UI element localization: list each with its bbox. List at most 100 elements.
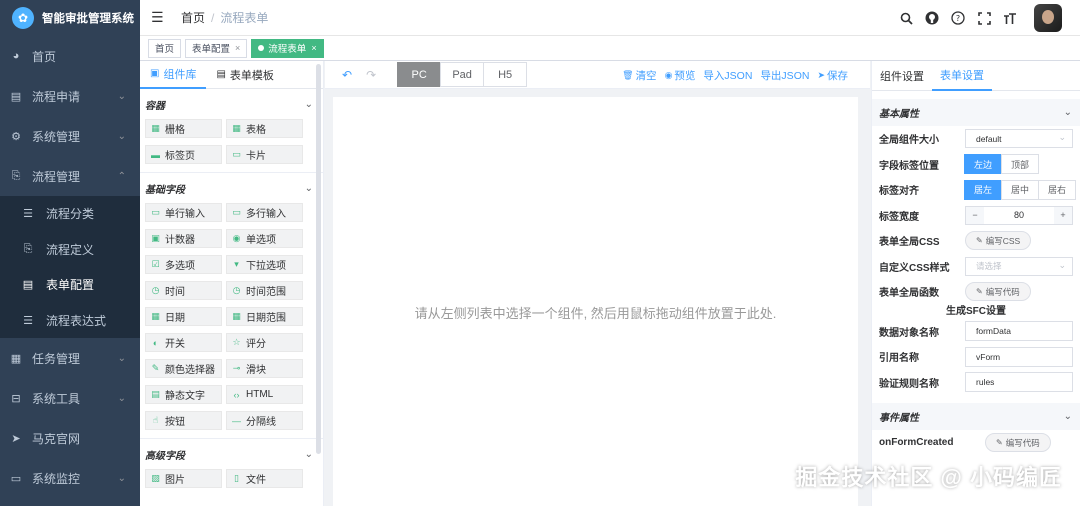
github-icon[interactable] (924, 10, 940, 26)
widget-number[interactable]: ▣ 计数器 (145, 229, 222, 248)
edit-css-button[interactable]: ✎ 编写CSS (965, 231, 1032, 251)
label-pos-top[interactable]: 顶部 (1001, 154, 1040, 175)
redo-icon[interactable]: ↷ (366, 68, 376, 82)
widget-image[interactable]: ▨ 图片 (145, 469, 222, 488)
sidebar-item-process-admin[interactable]: ⎘ 流程管理 ⌃ (0, 156, 140, 196)
minus-icon[interactable]: − (966, 206, 984, 224)
close-icon[interactable]: × (235, 43, 240, 53)
widget-table[interactable]: ▦ 表格 (226, 119, 303, 138)
ref-name-row: 引用名称 vForm (872, 344, 1080, 370)
sidebar-item-website[interactable]: ➤ 马克官网 (0, 418, 140, 458)
search-icon[interactable] (898, 10, 914, 26)
sidebar-item-system-admin[interactable]: ⚙ 系统管理 ⌄ (0, 116, 140, 156)
plus-icon[interactable]: + (1054, 206, 1072, 224)
label-width-stepper[interactable]: − 80 + (965, 205, 1073, 225)
edit-event-code-button[interactable]: ✎ 编写代码 (985, 433, 1051, 453)
tag-process-form[interactable]: 流程表单 × (251, 38, 324, 58)
tag-form-config[interactable]: 表单配置 × (185, 38, 248, 58)
align-left[interactable]: 居左 (964, 179, 1003, 200)
widget-card[interactable]: ▭ 卡片 (226, 145, 303, 164)
chevron-down-icon: ⌄ (1063, 107, 1072, 118)
align-right[interactable]: 居右 (1038, 179, 1077, 200)
input-icon: ▭ (151, 207, 160, 217)
widget-html[interactable]: ‹› HTML (226, 385, 303, 404)
widget-file[interactable]: ▯ 文件 (226, 469, 303, 488)
sidebar-item-process-definition[interactable]: ⎘ 流程定义 (0, 232, 140, 268)
undo-icon[interactable]: ↶ (342, 68, 352, 82)
widget-tabs[interactable]: ▬ 标签页 (145, 145, 222, 164)
help-icon[interactable]: ? (950, 10, 966, 26)
section-basic[interactable]: 基础字段 ⌄ (140, 173, 323, 203)
widget-slider[interactable]: ⊸ 滑块 (226, 359, 303, 378)
rules-name-input[interactable]: rules (965, 372, 1073, 393)
switch-icon: ◐ (152, 337, 159, 348)
form-canvas[interactable]: 请从左侧列表中选择一个组件, 然后用鼠标拖动组件放置于此处. (333, 97, 858, 506)
sidebar-item-task-admin[interactable]: ▦ 任务管理 ⌄ (0, 338, 140, 378)
size-select[interactable]: default ⌄ (965, 129, 1073, 149)
avatar[interactable] (1034, 4, 1062, 32)
chevron-down-icon: ⌄ (1063, 411, 1072, 422)
tab-widget-settings[interactable]: 组件设置 (872, 61, 932, 91)
calendar-icon: ▦ (151, 311, 160, 321)
ref-name-input[interactable]: vForm (965, 346, 1073, 367)
widget-switch[interactable]: ◐ 开关 (145, 333, 222, 352)
basic-props-header[interactable]: 基本属性 ⌄ (872, 99, 1080, 126)
event-props-header[interactable]: 事件属性 ⌄ (872, 403, 1080, 430)
widget-divider[interactable]: — 分隔线 (226, 411, 303, 430)
widget-radio[interactable]: ◉ 单选项 (226, 229, 303, 248)
widget-date[interactable]: ▦ 日期 (145, 307, 222, 326)
preview-button[interactable]: ◉ 预览 (665, 68, 696, 83)
widget-grid[interactable]: ▦ 栅格 (145, 119, 222, 138)
widget-time-range[interactable]: ◷ 时间范围 (226, 281, 303, 300)
file-icon: ▯ (234, 473, 239, 483)
sidebar-item-process-category[interactable]: ☰ 流程分类 (0, 196, 140, 232)
sidebar-item-process-apply[interactable]: ▤ 流程申请 ⌄ (0, 76, 140, 116)
widget-static-text[interactable]: ▤ 静态文字 (145, 385, 222, 404)
sidebar-item-home[interactable]: ◕ 首页 (0, 36, 140, 76)
device-pc-button[interactable]: PC (397, 62, 442, 87)
scrollbar[interactable] (316, 64, 321, 454)
export-json-button[interactable]: 导出JSON (760, 68, 809, 83)
sidebar-item-system-tools[interactable]: ⊟ 系统工具 ⌄ (0, 378, 140, 418)
edit-icon: ✎ (976, 236, 983, 246)
widget-textarea[interactable]: ▭ 多行输入 (226, 203, 303, 222)
save-button[interactable]: ➤ 保存 (817, 68, 848, 83)
device-h5-button[interactable]: H5 (483, 62, 528, 87)
widget-date-range[interactable]: ▦ 日期范围 (226, 307, 303, 326)
process-submenu: ☰ 流程分类 ⎘ 流程定义 ▤ 表单配置 ☰ 流程表达式 (0, 196, 140, 338)
widget-checkbox[interactable]: ☑ 多选项 (145, 255, 222, 274)
section-advanced[interactable]: 高级字段 ⌄ (140, 439, 323, 469)
align-center[interactable]: 居中 (1001, 179, 1040, 200)
hamburger-icon[interactable]: ☰ (151, 9, 165, 26)
fullscreen-icon[interactable] (976, 10, 992, 26)
breadcrumb-home[interactable]: 首页 (181, 11, 205, 25)
tab-templates[interactable]: ▤ 表单模板 (206, 61, 283, 89)
clear-button[interactable]: 🗑 清空 (622, 68, 656, 83)
edit-code-button[interactable]: ✎ 编写代码 (965, 282, 1031, 302)
list-icon: ☰ (23, 208, 33, 221)
import-json-button[interactable]: 导入JSON (703, 68, 752, 83)
widget-input[interactable]: ▭ 单行输入 (145, 203, 222, 222)
font-size-icon[interactable] (1002, 10, 1018, 26)
sidebar-item-process-expression[interactable]: ☰ 流程表达式 (0, 303, 140, 339)
tag-home[interactable]: 首页 (148, 38, 182, 58)
widget-button[interactable]: ☝ 按钮 (145, 411, 222, 430)
device-pad-button[interactable]: Pad (440, 62, 485, 87)
tab-form-settings[interactable]: 表单设置 (932, 61, 992, 91)
text-icon: ▤ (151, 389, 160, 399)
chevron-down-icon: ⌄ (117, 90, 126, 102)
label-pos-left[interactable]: 左边 (964, 154, 1003, 175)
widget-rate[interactable]: ☆ 评分 (226, 333, 303, 352)
tab-components[interactable]: ▣ 组件库 (140, 61, 207, 89)
sidebar-item-system-monitor[interactable]: ▭ 系统监控 ⌄ (0, 458, 140, 498)
data-object-input[interactable]: formData (965, 321, 1073, 342)
widget-color[interactable]: ✎ 颜色选择器 (145, 359, 222, 378)
app-logo[interactable]: ✿ 智能审批管理系统 (0, 0, 140, 36)
close-icon[interactable]: × (311, 43, 316, 53)
sidebar-item-form-config[interactable]: ▤ 表单配置 (0, 267, 140, 303)
widget-time[interactable]: ◷ 时间 (145, 281, 222, 300)
custom-css-select[interactable]: 请选择 ⌄ (965, 256, 1073, 276)
section-container[interactable]: 容器 ⌄ (140, 89, 323, 119)
palette-icon: ✎ (151, 363, 160, 373)
widget-select[interactable]: ▾ 下拉选项 (226, 255, 303, 274)
